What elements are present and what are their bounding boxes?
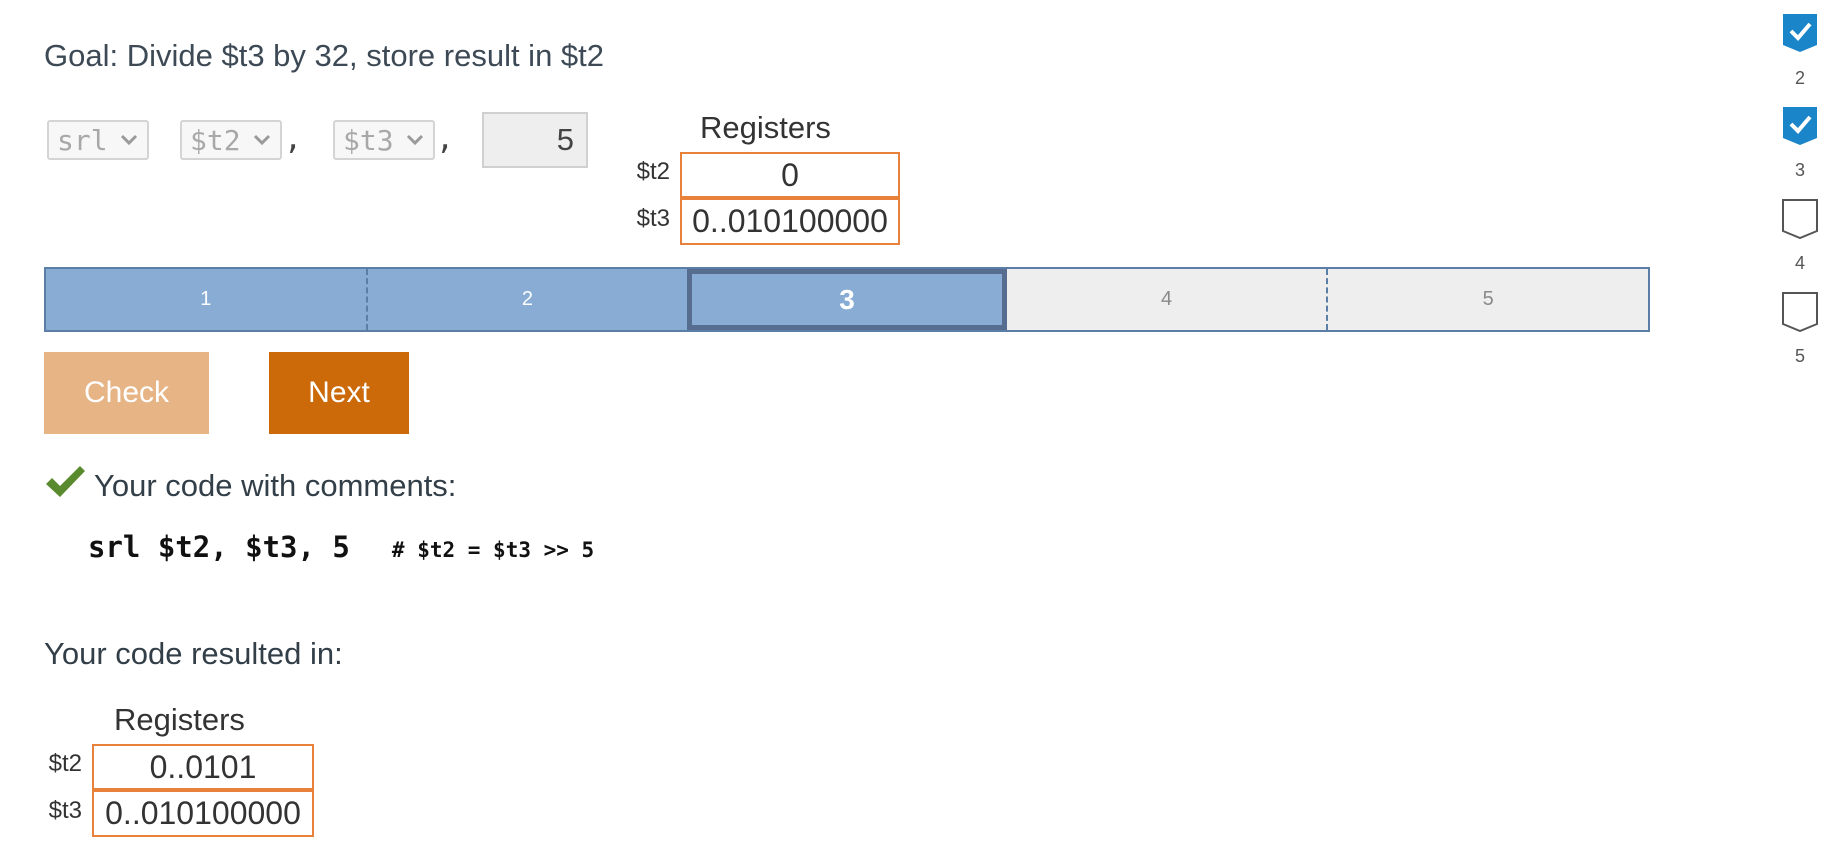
level-segment-2[interactable]: 2	[367, 269, 688, 330]
code-comment: # $t2 = $t3 >> 5	[391, 538, 595, 562]
level-5-checkbox-icon[interactable]	[1782, 292, 1818, 332]
chevron-down-icon	[120, 134, 138, 146]
rd-register-select[interactable]: $t2	[180, 120, 282, 160]
check-button[interactable]: Check	[44, 352, 209, 434]
register-value: 0..0101	[92, 744, 314, 790]
register-label: $t3	[48, 797, 82, 824]
level-segment-3[interactable]: 3	[687, 269, 1007, 330]
register-label: $t2	[636, 158, 670, 185]
code-line: srl $t2, $t3, 5	[88, 530, 350, 564]
level-number: 2	[1794, 68, 1805, 88]
result-label: Your code resulted in:	[44, 636, 343, 671]
opcode-select[interactable]: srl	[47, 120, 149, 160]
level-segment-1[interactable]: 1	[46, 269, 368, 330]
chevron-down-icon	[253, 134, 271, 146]
rs-register-select[interactable]: $t3	[333, 120, 435, 160]
feedback-heading: Your code with comments:	[94, 468, 457, 503]
level-3-checkbox-icon[interactable]	[1782, 106, 1818, 146]
rd-register-select-value: $t2	[190, 123, 241, 157]
next-button[interactable]: Next	[269, 352, 409, 434]
register-value: 0..010100000	[92, 790, 314, 837]
level-segment-5[interactable]: 5	[1328, 269, 1648, 330]
opcode-select-value: srl	[57, 123, 108, 157]
registers-title: Registers	[700, 110, 831, 145]
level-number: 4	[1794, 253, 1805, 273]
register-value: 0..010100000	[680, 198, 900, 245]
checkmark-icon	[46, 466, 85, 497]
level-4-checkbox-icon[interactable]	[1782, 199, 1818, 239]
chevron-down-icon	[406, 134, 424, 146]
comma-separator: ,	[436, 122, 455, 157]
rs-register-select-value: $t3	[343, 123, 394, 157]
shift-amount-input[interactable]: 5	[482, 112, 588, 168]
code-block: srl $t2, $t3, 5 # $t2 = $t3 >> 5	[88, 530, 594, 564]
level-number: 3	[1794, 160, 1805, 180]
register-value: 0	[680, 152, 900, 198]
level-number: 5	[1794, 346, 1805, 366]
register-label: $t3	[636, 205, 670, 232]
level-segment-4[interactable]: 4	[1006, 269, 1329, 330]
register-label: $t2	[48, 750, 82, 777]
level-progress-bar: 1 2 3 4 5	[44, 267, 1650, 332]
level-2-checkbox-icon[interactable]	[1782, 13, 1818, 53]
comma-separator: ,	[284, 122, 303, 157]
goal-text: Goal: Divide $t3 by 32, store result in …	[44, 38, 605, 73]
registers-title: Registers	[114, 702, 245, 737]
